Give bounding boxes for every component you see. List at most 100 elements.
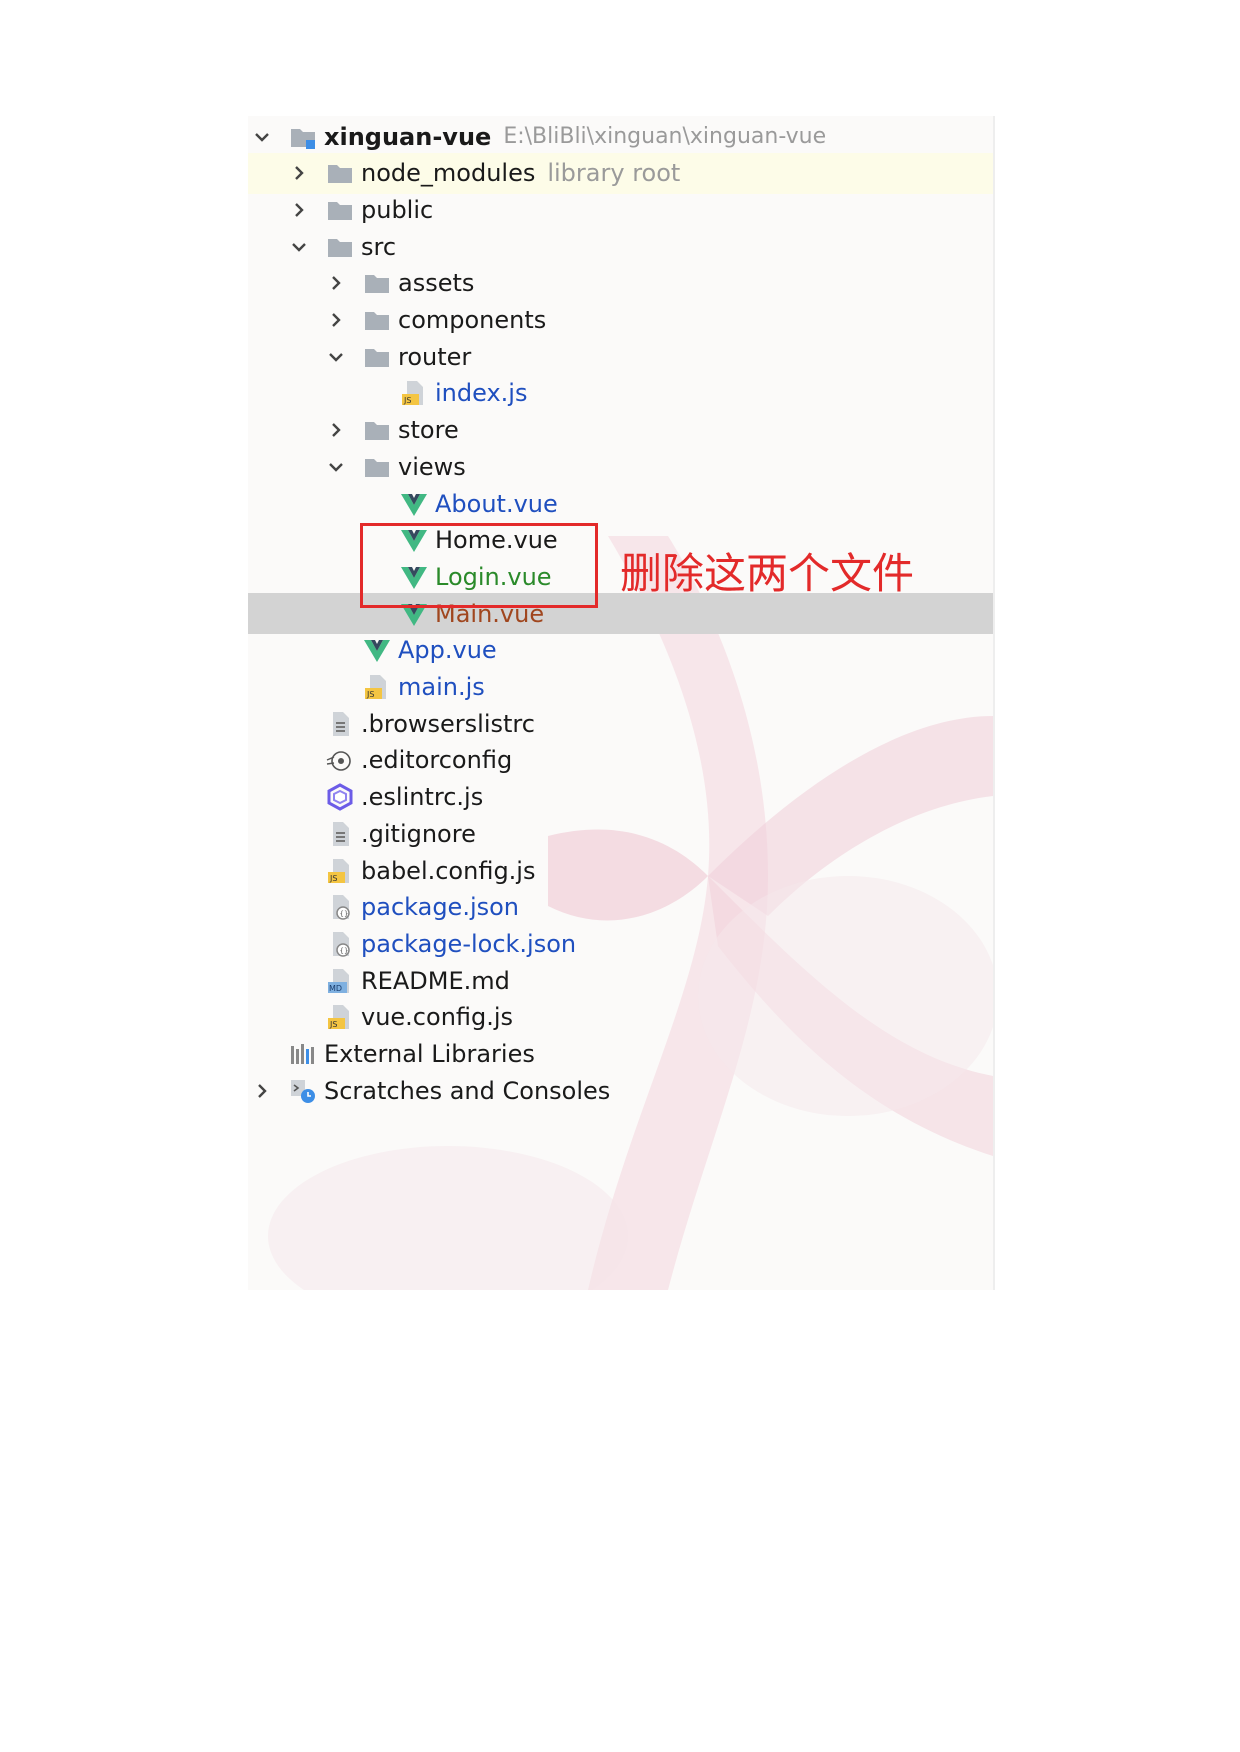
folder-icon xyxy=(362,269,392,297)
folder-icon xyxy=(325,196,355,224)
js-file-icon: JS xyxy=(399,379,429,407)
vue-file-icon xyxy=(362,636,392,664)
svg-text:JS: JS xyxy=(329,1020,337,1029)
folder-icon xyxy=(325,233,355,261)
text-file-icon xyxy=(325,710,355,738)
tree-item-gitignore[interactable]: .gitignore xyxy=(248,813,993,854)
tree-item-node-modules[interactable]: node_modules library root xyxy=(248,152,993,194)
tree-item-label: babel.config.js xyxy=(361,856,536,885)
tree-item-label: views xyxy=(398,452,466,481)
editorconfig-icon xyxy=(325,746,355,774)
tree-item-label: .gitignore xyxy=(361,819,476,848)
chevron-right-icon[interactable] xyxy=(287,161,311,185)
tree-item-label: External Libraries xyxy=(324,1040,535,1068)
chevron-right-icon[interactable] xyxy=(287,198,311,222)
tree-item-label: public xyxy=(361,195,434,224)
tree-item-external-libraries[interactable]: External Libraries xyxy=(248,1034,993,1075)
svg-text:JS: JS xyxy=(329,874,337,883)
tree-item-label: index.js xyxy=(435,379,528,408)
svg-text:JS: JS xyxy=(366,690,374,699)
tree-item-label: .editorconfig xyxy=(361,746,513,775)
tree-item-label: package-lock.json xyxy=(361,929,577,958)
chevron-right-icon[interactable] xyxy=(250,1079,274,1103)
json-file-icon: {} xyxy=(325,930,355,958)
tree-item-label: About.vue xyxy=(435,489,558,518)
tree-item-label: Scratches and Consoles xyxy=(324,1076,611,1105)
tree-item-label: assets xyxy=(398,269,475,298)
tree-item-main-js[interactable]: JS main.js xyxy=(248,667,993,708)
text-file-icon xyxy=(325,820,355,848)
chevron-right-icon[interactable] xyxy=(324,308,348,332)
tree-item-store[interactable]: store xyxy=(248,410,993,451)
folder-icon xyxy=(362,416,392,444)
folder-icon xyxy=(362,306,392,334)
tree-item-path-hint: E:\BliBli\xinguan\xinguan-vue xyxy=(503,124,827,149)
tree-item-label: src xyxy=(361,232,397,261)
eslint-icon xyxy=(325,783,355,811)
chevron-down-icon[interactable] xyxy=(324,455,348,479)
tree-item-babel-config-js[interactable]: JS babel.config.js xyxy=(248,850,993,891)
tree-item-assets[interactable]: assets xyxy=(248,263,993,304)
project-tree-panel: xinguan-vue E:\BliBli\xinguan\xinguan-vue… xyxy=(248,116,995,1290)
tree-item-router[interactable]: router xyxy=(248,336,993,377)
tree-item-label: store xyxy=(398,416,459,445)
chevron-down-icon[interactable] xyxy=(250,125,274,149)
tree-item-label: README.md xyxy=(361,966,510,995)
svg-text:{}: {} xyxy=(340,947,349,955)
tree-item-xinguan-vue[interactable]: xinguan-vue E:\BliBli\xinguan\xinguan-vue xyxy=(248,116,993,157)
tree-item-public[interactable]: public xyxy=(248,189,993,230)
chevron-down-icon[interactable] xyxy=(324,345,348,369)
md-file-icon: MD xyxy=(325,967,355,995)
svg-text:JS: JS xyxy=(403,396,411,405)
js-file-icon: JS xyxy=(362,673,392,701)
module-folder-icon xyxy=(288,123,318,151)
tree-item-index-js[interactable]: JS index.js xyxy=(248,373,993,414)
tree-item-label: components xyxy=(398,306,547,334)
tree-item-src[interactable]: src xyxy=(248,226,993,267)
js-file-icon: JS xyxy=(325,857,355,885)
chevron-right-icon[interactable] xyxy=(324,418,348,442)
tree-item-app-vue[interactable]: App.vue xyxy=(248,630,993,671)
tree-item-label: .browserslistrc xyxy=(361,709,535,738)
tree-item-about-vue[interactable]: About.vue xyxy=(248,483,993,524)
tree-item-readme-md[interactable]: MD README.md xyxy=(248,960,993,1001)
json-file-icon: {} xyxy=(325,893,355,921)
vue-file-icon xyxy=(399,490,429,518)
folder-icon xyxy=(362,343,392,371)
tree-item-label: node_modules xyxy=(361,159,536,188)
tree-item-label: .eslintrc.js xyxy=(361,783,484,812)
js-file-icon: JS xyxy=(325,1003,355,1031)
tree-item-package-json[interactable]: {} package.json xyxy=(248,887,993,928)
tree-item-eslintrc-js[interactable]: .eslintrc.js xyxy=(248,777,993,818)
tree-item-path-hint: library root xyxy=(547,159,681,188)
tree-item-components[interactable]: components xyxy=(248,300,993,341)
tree-item-scratches-and-consoles[interactable]: Scratches and Consoles xyxy=(248,1070,993,1111)
chevron-down-icon[interactable] xyxy=(287,235,311,259)
tree-item-vue-config-js[interactable]: JS vue.config.js xyxy=(248,997,993,1038)
tree-item-browserslistrc[interactable]: .browserslistrc xyxy=(248,703,993,744)
tree-item-editorconfig[interactable]: .editorconfig xyxy=(248,740,993,781)
annotation-text: 删除这两个文件 xyxy=(620,549,915,598)
folder-icon xyxy=(325,159,355,187)
tree-item-label: vue.config.js xyxy=(361,1003,514,1032)
tree-item-label: App.vue xyxy=(398,636,497,665)
chevron-right-icon[interactable] xyxy=(324,271,348,295)
tree-item-views[interactable]: views xyxy=(248,446,993,487)
svg-text:MD: MD xyxy=(329,984,342,993)
annotation-highlight-box xyxy=(360,523,598,608)
tree-item-label: package.json xyxy=(361,893,520,922)
scratches-icon xyxy=(288,1077,318,1105)
tree-item-package-lock-json[interactable]: {} package-lock.json xyxy=(248,923,993,964)
